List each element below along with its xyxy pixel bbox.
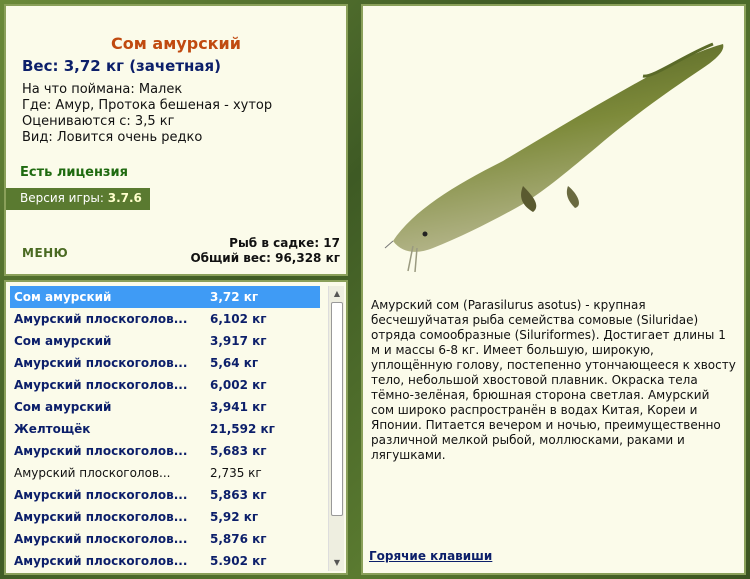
list-item[interactable]: Амурский плоскоголов... 5,876 кг xyxy=(10,528,320,550)
list-item[interactable]: Амурский плоскоголов... 5,863 кг xyxy=(10,484,320,506)
list-item[interactable]: Амурский плоскоголов... 5,64 кг xyxy=(10,352,320,374)
app-frame: Сом амурский Вес: 3,72 кг (зачетная) На … xyxy=(0,0,750,579)
fish-bait: На что поймана: Малек xyxy=(22,82,183,97)
list-item-weight: 2,735 кг xyxy=(210,466,262,480)
menu-button[interactable]: МЕНЮ xyxy=(22,246,68,260)
fish-count: Рыб в садке: 17 xyxy=(229,236,340,250)
fish-value: Оцениваются с: 3,5 кг xyxy=(22,114,175,129)
list-item-name: Амурский плоскоголов... xyxy=(14,554,188,568)
list-item-name: Амурский плоскоголов... xyxy=(14,510,188,524)
list-item[interactable]: Амурский плоскоголов... 2,735 кг xyxy=(10,462,320,484)
fish-title: Сом амурский xyxy=(111,34,241,53)
scrollbar[interactable]: ▲ ▼ xyxy=(328,286,344,571)
list-item-weight: 5.902 кг xyxy=(210,554,267,568)
list-item-name: Сом амурский xyxy=(14,334,112,348)
list-item[interactable]: Сом амурский 3,941 кг xyxy=(10,396,320,418)
list-item-weight: 5,876 кг xyxy=(210,532,267,546)
fish-info-panel: Сом амурский Вес: 3,72 кг (зачетная) На … xyxy=(4,4,348,276)
list-item-weight: 6,002 кг xyxy=(210,378,267,392)
list-item[interactable]: Амурский плоскоголов... 5.902 кг xyxy=(10,550,320,572)
list-item-name: Сом амурский xyxy=(14,290,112,304)
list-item-weight: 5,863 кг xyxy=(210,488,267,502)
list-item[interactable]: Сом амурский 3,917 кг xyxy=(10,330,320,352)
catch-list-panel: Сом амурский 3,72 кг Амурский плоскоголов.… xyxy=(4,280,348,575)
list-item-weight: 3,72 кг xyxy=(210,290,259,304)
fish-detail-panel: Амурский сом (Parasilurus asotus) - круп… xyxy=(361,4,746,575)
total-weight: Общий вес: 96,328 кг xyxy=(190,251,340,265)
scroll-up-icon[interactable]: ▲ xyxy=(329,286,345,302)
list-item-name: Амурский плоскоголов... xyxy=(14,532,188,546)
list-item-name: Амурский плоскоголов... xyxy=(14,312,188,326)
list-item-name: Амурский плоскоголов... xyxy=(14,488,188,502)
version-number: 3.7.6 xyxy=(107,191,142,205)
fish-rarity: Вид: Ловится очень редко xyxy=(22,130,203,145)
list-item[interactable]: Амурский плоскоголов... 5,683 кг xyxy=(10,440,320,462)
list-item-weight: 5,64 кг xyxy=(210,356,259,370)
version-label: Версия игры: xyxy=(20,191,108,205)
list-item[interactable]: Амурский плоскоголов... 5,92 кг xyxy=(10,506,320,528)
list-item-name: Желтощёк xyxy=(14,422,91,436)
list-item-weight: 3,917 кг xyxy=(210,334,267,348)
list-item[interactable]: Сом амурский 3,72 кг xyxy=(10,286,320,308)
fish-description: Амурский сом (Parasilurus asotus) - круп… xyxy=(371,298,736,462)
list-item-weight: 3,941 кг xyxy=(210,400,267,414)
fish-weight: Вес: 3,72 кг (зачетная) xyxy=(22,57,222,75)
list-item-weight: 5,92 кг xyxy=(210,510,259,524)
list-item-name: Амурский плоскоголов... xyxy=(14,444,188,458)
list-item[interactable]: Желтощёк 21,592 кг xyxy=(10,418,320,440)
list-item[interactable]: Амурский плоскоголов... 6,002 кг xyxy=(10,374,320,396)
version-badge: Версия игры: 3.7.6 xyxy=(6,188,150,210)
list-item-name: Амурский плоскоголов... xyxy=(14,356,188,370)
scroll-thumb[interactable] xyxy=(331,302,343,516)
scroll-down-icon[interactable]: ▼ xyxy=(329,555,345,571)
list-item-name: Амурский плоскоголов... xyxy=(14,378,188,392)
license-status: Есть лицензия xyxy=(20,165,128,180)
hotkeys-link[interactable]: Горячие клавиши xyxy=(369,549,492,563)
list-item-name: Амурский плоскоголов... xyxy=(14,466,171,480)
catch-list: Сом амурский 3,72 кг Амурский плоскоголов.… xyxy=(10,286,320,572)
catfish-image xyxy=(384,42,724,273)
list-item-weight: 21,592 кг xyxy=(210,422,275,436)
list-item-weight: 6,102 кг xyxy=(210,312,267,326)
list-item-name: Сом амурский xyxy=(14,400,112,414)
fish-location: Где: Амур, Протока бешеная - хутор xyxy=(22,98,273,113)
list-item[interactable]: Амурский плоскоголов... 6,102 кг xyxy=(10,308,320,330)
list-item-weight: 5,683 кг xyxy=(210,444,267,458)
keepnet-stats: Рыб в садке: 17 Общий вес: 96,328 кг xyxy=(190,236,340,266)
